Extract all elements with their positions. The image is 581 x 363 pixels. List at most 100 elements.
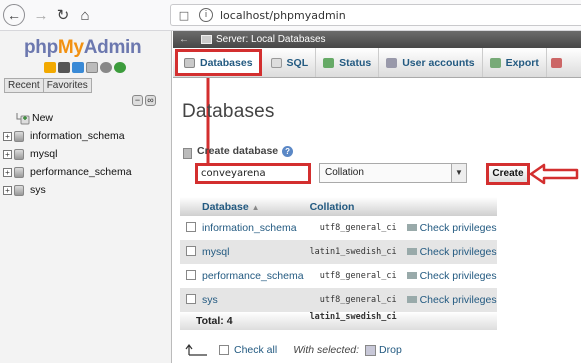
tab-label: Export (505, 56, 539, 69)
help-icon[interactable]: ? (282, 145, 294, 157)
address-bar[interactable]: □ i localhost/phpmyadmin (170, 4, 581, 26)
home-icon[interactable]: ⌂ (75, 5, 95, 25)
column-collation[interactable]: Collation (304, 197, 401, 216)
tab-databases[interactable]: Databases (175, 49, 262, 76)
row-checkbox[interactable] (186, 245, 196, 256)
chevron-down-icon: ▼ (451, 164, 466, 182)
database-icon (14, 166, 24, 178)
check-all-checkbox[interactable] (219, 345, 229, 355)
collapse-all-icon[interactable]: − (132, 95, 143, 106)
row-checkbox[interactable] (186, 221, 196, 232)
table-total-row: Total: 4 latin1_swedish_ci (180, 312, 497, 330)
link-icon[interactable]: ∞ (145, 95, 156, 106)
reload-icon[interactable]: ↻ (53, 5, 73, 25)
row-checkbox[interactable] (186, 269, 196, 280)
tab-label: Status (339, 56, 372, 69)
check-all-label[interactable]: Check all (234, 344, 277, 356)
table-row: information_schema utf8_general_ci Check… (180, 216, 497, 240)
table-row: mysql latin1_swedish_ci Check privileges (180, 240, 497, 264)
reload-icon[interactable] (114, 62, 126, 73)
status-icon (323, 57, 335, 68)
tree-item-label: performance_schema (30, 166, 132, 178)
create-label-text: Create database (197, 145, 279, 157)
create-button[interactable]: Create (486, 163, 530, 185)
tab-user-accounts[interactable]: User accounts (379, 48, 483, 77)
info-icon[interactable]: i (199, 8, 213, 22)
expand-icon[interactable]: + (3, 149, 12, 159)
privileges-icon (406, 248, 417, 255)
server-breadcrumb: ← Server: Local Databases (173, 31, 581, 48)
tab-label: Databases (200, 56, 253, 69)
tab-label: User accounts (402, 56, 475, 69)
drop-icon[interactable] (365, 344, 377, 356)
collation-cell: utf8_general_ci (319, 223, 397, 233)
server-icon (201, 35, 212, 44)
database-icon (14, 148, 24, 160)
back-icon[interactable]: ← (3, 4, 25, 26)
drop-button[interactable]: Drop (379, 344, 402, 356)
annotation-arrow-icon (529, 163, 579, 185)
collation-cell: latin1_swedish_ci (309, 247, 397, 257)
check-privileges-link[interactable]: Check privileges (401, 288, 497, 312)
collation-value: Collation (325, 167, 364, 178)
settings-icon[interactable] (100, 62, 112, 73)
tab-sql[interactable]: SQL (264, 48, 317, 77)
database-link[interactable]: sys (196, 288, 304, 312)
check-privileges-link[interactable]: Check privileges (401, 240, 497, 264)
table-header: Database ▲ Collation (180, 197, 497, 216)
sidebar-tabs: Recent Favorites (4, 78, 92, 93)
databases-table: Database ▲ Collation information_schema … (180, 197, 497, 330)
with-selected-label: With selected: (293, 344, 360, 356)
tree-item-label: mysql (30, 148, 58, 160)
check-privileges-link[interactable]: Check privileges (401, 216, 497, 240)
collation-cell: utf8_general_ci (319, 295, 397, 305)
new-db-icon (16, 112, 30, 124)
home-icon[interactable] (44, 62, 56, 73)
top-menu: Databases SQL Status User accounts Expor… (173, 48, 581, 78)
expand-icon[interactable]: + (3, 167, 12, 177)
tree-item-sys[interactable]: + sys (0, 181, 172, 199)
logo-php: php (24, 37, 58, 58)
tab-import[interactable] (547, 48, 566, 77)
database-link[interactable]: information_schema (196, 216, 304, 240)
database-tree: New + information_schema + mysql + perfo… (0, 109, 172, 199)
expand-icon[interactable]: + (3, 185, 12, 195)
tree-item-new[interactable]: New (0, 109, 172, 127)
forward-icon[interactable]: → (31, 5, 51, 25)
collapse-arrow-icon[interactable]: ← (179, 34, 189, 45)
help-icon[interactable] (72, 62, 84, 73)
row-checkbox[interactable] (186, 293, 196, 304)
server-label[interactable]: Server: Local Databases (216, 34, 326, 45)
url-text: localhost/phpmyadmin (220, 8, 346, 22)
phpmyadmin-logo[interactable]: phpMyAdmin (24, 37, 142, 59)
privileges-icon (406, 224, 417, 231)
tab-favorites[interactable]: Favorites (43, 78, 92, 93)
column-database[interactable]: Database ▲ (196, 197, 304, 216)
collation-select[interactable]: Collation ▼ (319, 163, 467, 183)
expand-icon[interactable]: + (3, 131, 12, 141)
database-link[interactable]: performance_schema (196, 264, 304, 288)
browser-toolbar: ← → ↻ ⌂ □ i localhost/phpmyadmin (0, 0, 581, 31)
total-label: Total: 4 (196, 315, 233, 327)
tree-controls: − ∞ (132, 95, 156, 106)
database-name-input[interactable]: conveyarena (195, 163, 311, 184)
logo-my: My (57, 37, 84, 58)
tree-item-mysql[interactable]: + mysql (0, 145, 172, 163)
tab-recent[interactable]: Recent (4, 78, 44, 93)
tree-item-information-schema[interactable]: + information_schema (0, 127, 172, 145)
annotation-line (206, 78, 210, 166)
tab-label: SQL (286, 56, 309, 69)
tab-export[interactable]: Export (483, 48, 547, 77)
tab-status[interactable]: Status (316, 48, 380, 77)
exit-icon[interactable] (58, 62, 70, 73)
database-link[interactable]: mysql (196, 240, 304, 264)
privileges-icon (406, 272, 417, 279)
tree-item-performance-schema[interactable]: + performance_schema (0, 163, 172, 181)
check-privileges-link[interactable]: Check privileges (401, 264, 497, 288)
database-icon (14, 184, 24, 196)
select-arrow-icon (185, 344, 207, 356)
logo-admin: Admin (83, 37, 142, 58)
import-icon (550, 57, 562, 68)
main-panel: ← Server: Local Databases Databases SQL … (173, 31, 581, 363)
docs-icon[interactable] (86, 62, 98, 73)
